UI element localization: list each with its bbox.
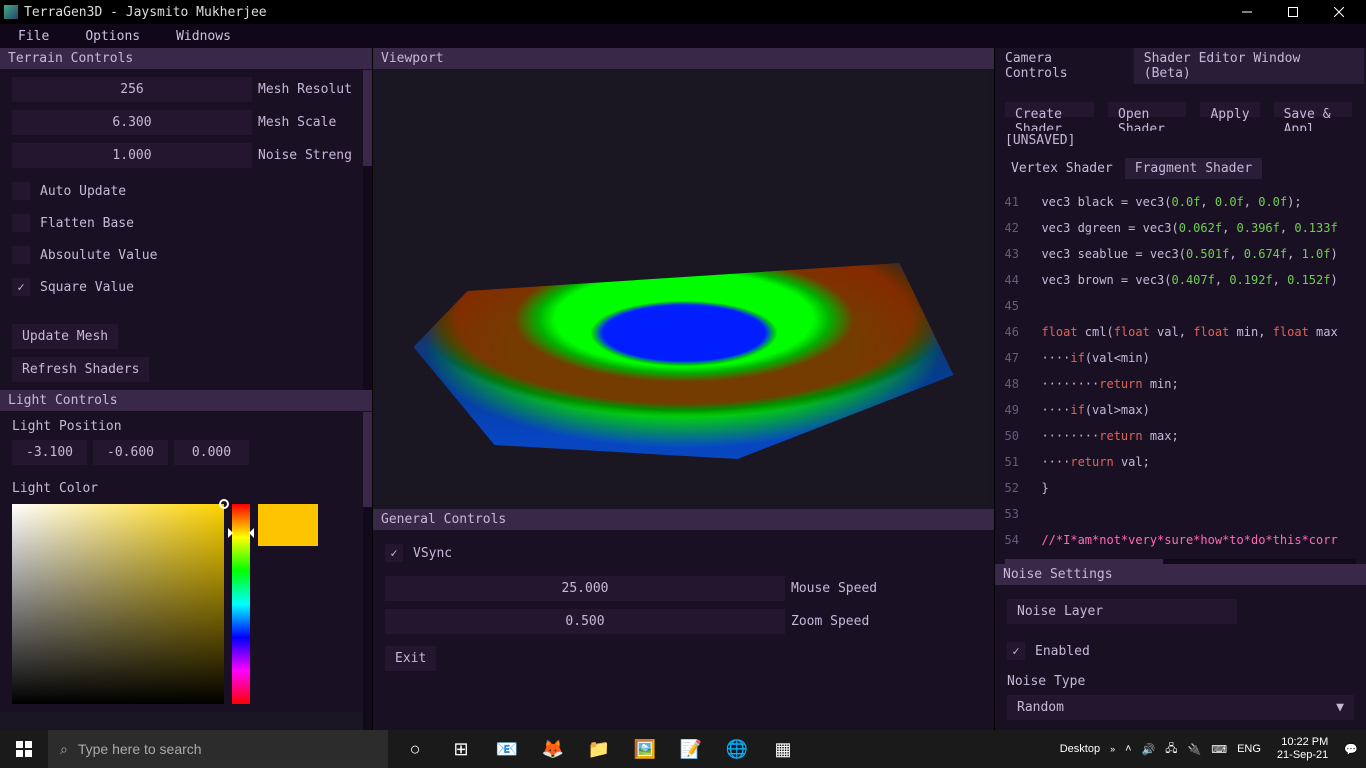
refresh-shaders-button[interactable]: Refresh Shaders — [12, 357, 149, 382]
apply-shader-button[interactable]: Apply — [1200, 102, 1259, 117]
absolute-value-label: Absoulute Value — [40, 248, 157, 263]
tab-shader-editor[interactable]: Shader Editor Window (Beta) — [1134, 48, 1364, 84]
network-icon[interactable]: 🖧 — [1165, 740, 1177, 759]
light-scrollbar[interactable] — [363, 412, 372, 730]
explorer-icon[interactable]: 📁 — [576, 730, 622, 768]
cortana-icon[interactable]: ○ — [392, 730, 438, 768]
window-titlebar: TerraGen3D - Jaysmito Mukherjee — [0, 0, 1366, 24]
auto-update-checkbox[interactable] — [12, 182, 30, 200]
viewport-canvas[interactable] — [377, 73, 990, 505]
notifications-icon[interactable]: 💬 — [1344, 743, 1358, 756]
menu-windows[interactable]: Widnows — [168, 27, 239, 46]
minimize-button[interactable] — [1224, 0, 1270, 24]
flatten-base-checkbox[interactable] — [12, 214, 30, 232]
shader-unsaved-label: [UNSAVED] — [995, 131, 1366, 158]
sublime-icon[interactable]: 📝 — [668, 730, 714, 768]
noise-enabled-checkbox[interactable] — [1007, 642, 1025, 660]
tray-chevron-icon[interactable]: ˄ — [1125, 743, 1131, 755]
light-pos-x-input[interactable]: -3.100 — [12, 440, 87, 465]
maximize-button[interactable] — [1270, 0, 1316, 24]
firefox-icon[interactable]: 🦊 — [530, 730, 576, 768]
tab-fragment-shader[interactable]: Fragment Shader — [1125, 158, 1262, 179]
mouse-speed-input[interactable]: 25.000 — [385, 576, 785, 601]
language-indicator[interactable]: ENG — [1237, 743, 1261, 755]
general-controls-title[interactable]: General Controls — [373, 509, 994, 530]
menubar: File Options Widnows — [0, 24, 1366, 48]
taskbar-time: 10:22 PM — [1277, 736, 1328, 749]
noise-layer-button[interactable]: Noise Layer — [1007, 599, 1237, 624]
update-mesh-button[interactable]: Update Mesh — [12, 324, 118, 349]
volume-icon[interactable]: 🔊 — [1142, 743, 1156, 756]
code-scrollbar-h[interactable] — [1005, 559, 1356, 564]
mail-icon[interactable]: 📧 — [484, 730, 530, 768]
search-icon: ⌕ — [60, 741, 68, 758]
app-icon — [4, 5, 18, 19]
noise-strength-label: Noise Streng — [258, 148, 360, 163]
power-icon[interactable]: 🔌 — [1187, 743, 1201, 756]
mesh-scale-input[interactable]: 6.300 — [12, 110, 252, 135]
open-shader-button[interactable]: Open Shader — [1108, 102, 1186, 117]
noise-settings-title[interactable]: Noise Settings — [995, 564, 1366, 585]
zoom-speed-label: Zoom Speed — [791, 614, 982, 629]
noise-enabled-label: Enabled — [1035, 644, 1090, 659]
tray-expand-icon[interactable]: » — [1110, 744, 1115, 754]
photos-icon[interactable]: 🖼️ — [622, 730, 668, 768]
keyboard-icon[interactable]: ⌨ — [1211, 743, 1227, 756]
auto-update-label: Auto Update — [40, 184, 126, 199]
noise-type-label: Noise Type — [1007, 674, 1354, 689]
terrain-controls-title[interactable]: Terrain Controls — [0, 48, 372, 69]
shader-code-editor[interactable]: 41 vec3 black = vec3(0.0f, 0.0f, 0.0f); … — [995, 179, 1366, 555]
terrain-scrollbar[interactable] — [363, 70, 372, 390]
window-title: TerraGen3D - Jaysmito Mukherjee — [24, 5, 267, 20]
start-button[interactable] — [0, 730, 48, 768]
color-hue-bar[interactable] — [232, 504, 250, 704]
vsync-label: VSync — [413, 546, 452, 561]
taskbar-search-input[interactable]: ⌕ Type here to search — [48, 730, 388, 768]
color-sv-box[interactable] — [12, 504, 224, 704]
viewport-title[interactable]: Viewport — [373, 48, 994, 69]
noise-type-value: Random — [1017, 700, 1064, 715]
exit-button[interactable]: Exit — [385, 646, 436, 671]
vsync-checkbox[interactable] — [385, 544, 403, 562]
flatten-base-label: Flatten Base — [40, 216, 134, 231]
mesh-resolution-label: Mesh Resolut — [258, 82, 360, 97]
taskbar-clock[interactable]: 10:22 PM 21-Sep-21 — [1271, 736, 1334, 762]
mesh-resolution-input[interactable]: 256 — [12, 77, 252, 102]
taskbar-date: 21-Sep-21 — [1277, 749, 1328, 762]
color-sv-handle[interactable] — [219, 499, 229, 509]
noise-strength-input[interactable]: 1.000 — [12, 143, 252, 168]
light-color-label: Light Color — [12, 481, 360, 496]
create-shader-button[interactable]: Create Shader — [1005, 102, 1094, 117]
light-position-label: Light Position — [12, 419, 360, 434]
chevron-down-icon: ▼ — [1336, 700, 1344, 715]
color-swatch — [258, 504, 318, 546]
square-value-checkbox[interactable] — [12, 278, 30, 296]
light-pos-y-input[interactable]: -0.600 — [93, 440, 168, 465]
tab-vertex-shader[interactable]: Vertex Shader — [1001, 158, 1123, 179]
square-value-label: Square Value — [40, 280, 134, 295]
terragen-taskbar-icon[interactable]: ▦ — [760, 730, 806, 768]
mesh-scale-label: Mesh Scale — [258, 115, 360, 130]
color-picker[interactable] — [12, 504, 360, 704]
noise-type-select[interactable]: Random ▼ — [1007, 695, 1354, 720]
mouse-speed-label: Mouse Speed — [791, 581, 982, 596]
absolute-value-checkbox[interactable] — [12, 246, 30, 264]
terrain-render — [414, 179, 954, 459]
chrome-icon[interactable]: 🌐 — [714, 730, 760, 768]
light-controls-title[interactable]: Light Controls — [0, 390, 372, 411]
zoom-speed-input[interactable]: 0.500 — [385, 609, 785, 634]
tab-camera-controls[interactable]: Camera Controls — [995, 48, 1132, 84]
light-pos-z-input[interactable]: 0.000 — [174, 440, 249, 465]
save-apply-shader-button[interactable]: Save & Appl — [1274, 102, 1352, 117]
windows-taskbar: ⌕ Type here to search ○ ⊞ 📧 🦊 📁 🖼️ 📝 🌐 ▦… — [0, 730, 1366, 768]
desktop-label[interactable]: Desktop — [1060, 743, 1100, 755]
search-placeholder: Type here to search — [78, 741, 202, 757]
close-button[interactable] — [1316, 0, 1362, 24]
taskview-icon[interactable]: ⊞ — [438, 730, 484, 768]
menu-file[interactable]: File — [10, 27, 57, 46]
menu-options[interactable]: Options — [77, 27, 148, 46]
